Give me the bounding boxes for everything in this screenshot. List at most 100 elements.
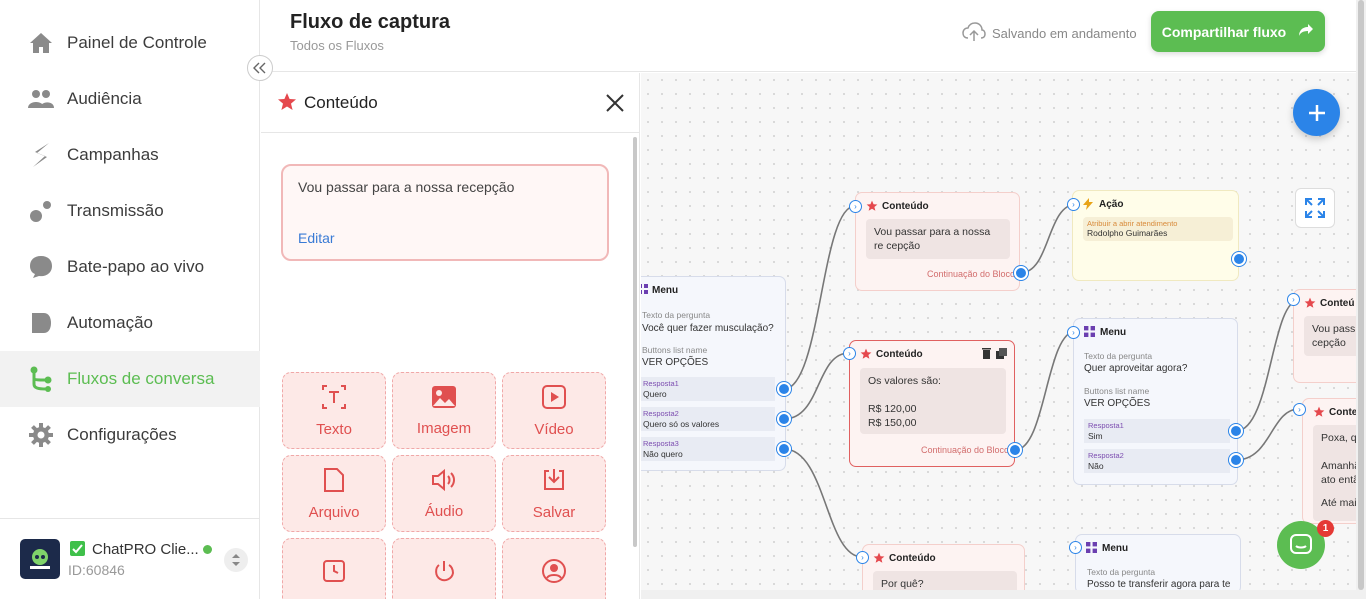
collapse-sidebar-button[interactable] (247, 55, 273, 81)
sidebar-item-configuracoes[interactable]: Configurações (0, 407, 260, 463)
sidebar-item-label: Transmissão (67, 201, 164, 220)
option-label: Resposta2 (643, 409, 679, 418)
breadcrumb[interactable]: Todos os Fluxos (290, 38, 384, 53)
panel-scrollbar[interactable] (633, 137, 637, 547)
output-port[interactable] (777, 442, 791, 456)
flow-canvas[interactable]: Menu Texto da pergunta Você quer fazer m… (641, 73, 1356, 590)
add-block-button[interactable] (1293, 89, 1340, 136)
sidebar-item-bate-papo[interactable]: Bate-papo ao vivo (0, 239, 260, 295)
sidebar-item-label: Configurações (67, 425, 177, 444)
vertical-scrollbar[interactable] (1356, 0, 1366, 599)
input-port-icon[interactable]: › (1067, 198, 1080, 211)
whatsapp-check-icon (70, 541, 85, 556)
avatar (20, 539, 60, 579)
file-icon (323, 467, 345, 498)
content-node[interactable]: Conteú Vou pass cepção (1293, 289, 1356, 383)
node-message: Vou passar para a nossa re cepção (866, 219, 1010, 259)
option-value: Quero só os valores (643, 419, 720, 429)
message-spacer (1321, 445, 1356, 459)
output-port[interactable] (1229, 424, 1243, 438)
tile-clock[interactable] (282, 538, 386, 599)
tile-video[interactable]: Vídeo (502, 372, 606, 449)
node-message: Vou pass cepção (1304, 316, 1356, 356)
sidebar-item-audiencia[interactable]: Audiência (0, 71, 260, 127)
duplicate-icon[interactable] (996, 348, 1007, 362)
menu-option[interactable]: Resposta1 Quero (641, 377, 775, 401)
menu-option[interactable]: Resposta2 Quero só os valores (641, 407, 775, 431)
action-node[interactable]: Ação Atribuir a abrir atendimento Rodolp… (1072, 190, 1239, 281)
sidebar-item-automacao[interactable]: Automação (0, 295, 260, 351)
content-node[interactable]: Conte Poxa, q Amanhã ato entã Até mai (1302, 398, 1356, 524)
home-icon (28, 30, 54, 56)
menu-node[interactable]: Menu Texto da pergunta Posso te transfer… (1075, 534, 1241, 590)
tile-texto[interactable]: Texto (282, 372, 386, 449)
node-title: Menu (1100, 327, 1127, 338)
share-flow-label: Compartilhar fluxo (1161, 23, 1287, 40)
output-port[interactable] (1229, 453, 1243, 467)
sidebar-item-label: Campanhas (67, 145, 159, 164)
message-line: R$ 120,00 (868, 403, 917, 415)
output-port[interactable] (1232, 252, 1246, 266)
node-title: Conteúdo (876, 349, 923, 360)
input-port-icon[interactable]: › (856, 551, 869, 564)
tile-contact[interactable] (502, 538, 606, 599)
account-switcher[interactable]: ChatPRO Clie... ID:60846 (0, 518, 260, 599)
grid-icon (641, 284, 648, 297)
input-port-icon[interactable]: › (1293, 403, 1306, 416)
menu-option[interactable]: Resposta3 Não quero (641, 437, 775, 461)
sidebar-item-transmissao[interactable]: Transmissão (0, 183, 260, 239)
sidebar-item-painel[interactable]: Painel de Controle (0, 15, 260, 71)
sidebar-item-campanhas[interactable]: Campanhas (0, 127, 260, 183)
chat-bubble-icon (28, 254, 54, 280)
account-id: ID:60846 (68, 562, 125, 578)
tile-label: Salvar (532, 503, 576, 521)
star-icon (873, 552, 885, 567)
online-status-dot (203, 545, 212, 554)
flow-icon (28, 366, 54, 392)
menu-node[interactable]: Menu Texto da pergunta Quer aproveitar a… (1073, 318, 1238, 485)
output-port[interactable] (777, 382, 791, 396)
option-label: Resposta2 (1088, 451, 1124, 460)
horizontal-scrollbar[interactable] (641, 590, 1356, 599)
expand-icon (1305, 198, 1325, 218)
account-toggle-icon[interactable] (224, 548, 248, 572)
content-panel: Conteúdo Vou passar para a nossa recepçã… (261, 73, 640, 599)
option-value: Não quero (643, 449, 683, 459)
tile-salvar[interactable]: Salvar (502, 455, 606, 532)
node-field-value: VER OPÇÕES (1084, 398, 1151, 409)
tile-power[interactable] (392, 538, 496, 599)
node-field-label: Texto da pergunta (1087, 567, 1156, 577)
fullscreen-button[interactable] (1295, 188, 1335, 228)
tile-audio[interactable]: Áudio (392, 455, 496, 532)
option-label: Resposta1 (643, 379, 679, 388)
output-port[interactable] (1014, 266, 1028, 280)
sidebar-item-label: Fluxos de conversa (67, 369, 215, 388)
input-port-icon[interactable]: › (1069, 541, 1082, 554)
power-icon (432, 559, 456, 588)
input-port-icon[interactable]: › (849, 200, 862, 213)
message-spacer (868, 388, 998, 402)
option-label: Resposta1 (1088, 421, 1124, 430)
content-node-selected[interactable]: Conteúdo Os valores são: R$ 120,00 R$ 15… (849, 340, 1015, 467)
content-node[interactable]: Conteúdo Vou passar para a nossa re cepç… (855, 192, 1020, 291)
output-port[interactable] (777, 412, 791, 426)
menu-option[interactable]: Resposta2 Não (1084, 449, 1230, 473)
message-card: Vou passar para a nossa recepção Editar (281, 164, 609, 261)
menu-node[interactable]: Menu Texto da pergunta Você quer fazer m… (641, 276, 786, 471)
edit-link[interactable]: Editar (298, 230, 335, 246)
tile-arquivo[interactable]: Arquivo (282, 455, 386, 532)
menu-option[interactable]: Resposta1 Sim (1084, 419, 1230, 443)
clock-icon (322, 559, 346, 588)
tile-imagem[interactable]: Imagem (392, 372, 496, 449)
input-port-icon[interactable]: › (843, 347, 856, 360)
sidebar-item-fluxos[interactable]: Fluxos de conversa (0, 351, 260, 407)
output-port[interactable] (1008, 443, 1022, 457)
share-flow-button[interactable]: Compartilhar fluxo (1151, 11, 1325, 52)
close-icon[interactable] (604, 92, 626, 114)
scrollbar-thumb[interactable] (1358, 0, 1364, 590)
input-port-icon[interactable]: › (1067, 326, 1080, 339)
content-node[interactable]: Conteúdo Por quê? (862, 544, 1025, 590)
campaign-icon (28, 142, 54, 168)
trash-icon[interactable] (982, 348, 991, 362)
input-port-icon[interactable]: › (1287, 293, 1300, 306)
